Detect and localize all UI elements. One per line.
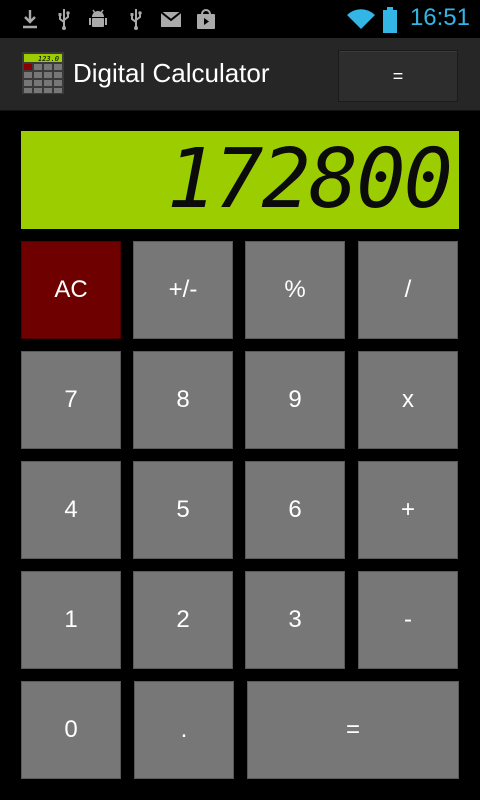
display-value: 172800 xyxy=(166,132,453,227)
percent-button[interactable]: % xyxy=(245,241,345,339)
equals-button[interactable]: = xyxy=(247,681,459,779)
action-bar: 123.0 Digital Calculator = xyxy=(0,38,480,111)
app-icon-display-text: 123.0 xyxy=(38,55,59,63)
usb-icon xyxy=(52,7,76,31)
gmail-icon xyxy=(159,7,183,31)
digit-8-button[interactable]: 8 xyxy=(133,351,233,449)
android-debug-icon xyxy=(86,7,110,31)
plus-button[interactable]: + xyxy=(358,461,458,559)
minus-button[interactable]: - xyxy=(358,571,458,669)
sign-toggle-button[interactable]: +/- xyxy=(133,241,233,339)
digit-0-button[interactable]: 0 xyxy=(21,681,121,779)
usb-icon xyxy=(124,7,148,31)
equals-action-button[interactable]: = xyxy=(338,50,458,102)
digit-9-button[interactable]: 9 xyxy=(245,351,345,449)
digit-6-button[interactable]: 6 xyxy=(245,461,345,559)
wifi-icon xyxy=(346,7,376,31)
battery-icon xyxy=(382,7,398,33)
app-title: Digital Calculator xyxy=(73,58,270,88)
digit-3-button[interactable]: 3 xyxy=(245,571,345,669)
calculator-app-icon[interactable]: 123.0 xyxy=(22,52,64,94)
digit-4-button[interactable]: 4 xyxy=(21,461,121,559)
status-bar: 16:51 xyxy=(0,0,480,38)
status-clock: 16:51 xyxy=(409,4,470,31)
digit-7-button[interactable]: 7 xyxy=(21,351,121,449)
all-clear-button[interactable]: AC xyxy=(21,241,121,339)
digit-1-button[interactable]: 1 xyxy=(21,571,121,669)
divide-button[interactable]: / xyxy=(358,241,458,339)
play-store-icon xyxy=(194,7,218,31)
download-icon xyxy=(18,7,42,31)
multiply-button[interactable]: x xyxy=(358,351,458,449)
calculator-display: 172800 xyxy=(21,131,459,229)
digit-5-button[interactable]: 5 xyxy=(133,461,233,559)
digit-2-button[interactable]: 2 xyxy=(133,571,233,669)
decimal-point-button[interactable]: . xyxy=(134,681,234,779)
